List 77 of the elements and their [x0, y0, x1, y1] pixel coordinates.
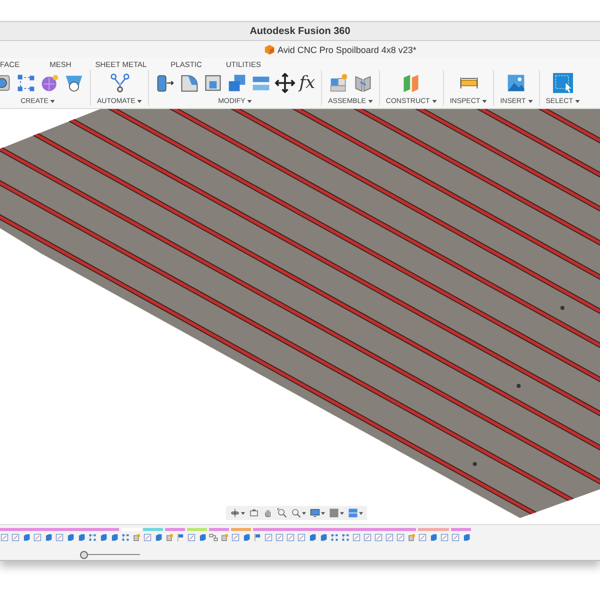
caret-icon — [359, 512, 363, 514]
component-icon[interactable] — [328, 73, 349, 93]
extrude-icon[interactable] — [198, 533, 207, 542]
cube-icon — [264, 44, 275, 55]
caret-icon — [482, 100, 488, 102]
sketch-icon[interactable] — [418, 533, 427, 542]
sketch-icon[interactable] — [374, 533, 383, 542]
sketch-icon[interactable] — [55, 533, 64, 542]
formula-button[interactable]: fx — [299, 73, 316, 93]
extrude-icon[interactable] — [429, 533, 438, 542]
sketch-icon[interactable] — [440, 533, 449, 542]
view-control[interactable] — [329, 508, 344, 518]
flag-icon[interactable] — [253, 533, 262, 542]
caret-icon — [50, 100, 56, 102]
sketch-icon[interactable] — [231, 533, 240, 542]
sketch-icon[interactable] — [143, 533, 152, 542]
view-control[interactable] — [348, 508, 363, 518]
sketch-icon[interactable] — [11, 533, 20, 542]
extrude-icon[interactable] — [462, 533, 471, 542]
pattern-icon[interactable] — [121, 533, 130, 542]
shell-icon[interactable] — [64, 73, 84, 93]
document-tab[interactable]: Avid CNC Pro Spoilboard 4x8 v23* — [260, 44, 420, 55]
branch-icon[interactable] — [110, 73, 130, 93]
view-control[interactable] — [291, 508, 306, 518]
form-icon[interactable] — [40, 73, 60, 93]
caret-icon — [302, 512, 306, 514]
sketch-points-icon[interactable] — [16, 73, 36, 93]
sketch-icon[interactable] — [396, 533, 405, 542]
sketch-icon[interactable] — [286, 533, 295, 542]
sketch-icon[interactable] — [0, 533, 9, 542]
sketch-icon[interactable] — [275, 533, 284, 542]
caret-icon — [340, 512, 344, 514]
view-control[interactable] — [263, 508, 273, 518]
caret-icon — [368, 100, 373, 102]
planes-icon[interactable] — [401, 73, 422, 93]
sketch-icon[interactable] — [33, 533, 42, 542]
pattern-icon[interactable] — [341, 533, 350, 542]
component-icon[interactable] — [407, 533, 416, 542]
view-control[interactable] — [230, 508, 245, 518]
select-icon[interactable] — [552, 73, 573, 93]
sketch-icon[interactable] — [187, 533, 196, 542]
press-pull-icon[interactable] — [155, 73, 176, 93]
flag-icon[interactable] — [176, 533, 185, 542]
move-icon[interactable] — [275, 73, 296, 93]
extrude-icon[interactable] — [242, 533, 251, 542]
sketch-icon[interactable] — [363, 533, 372, 542]
caret-icon — [432, 100, 437, 102]
caret-icon — [247, 100, 252, 102]
extrude-icon[interactable] — [154, 533, 163, 542]
link-icon[interactable] — [209, 533, 218, 542]
sketch-icon[interactable] — [451, 533, 460, 542]
extrude-icon[interactable] — [22, 533, 31, 542]
sketch-icon[interactable] — [297, 533, 306, 542]
sketch-icon[interactable] — [264, 533, 273, 542]
pattern-icon[interactable] — [88, 533, 97, 542]
caret-icon — [574, 100, 580, 102]
slider-thumb[interactable] — [80, 551, 88, 559]
pattern-icon[interactable] — [330, 533, 339, 542]
caret-icon — [241, 512, 245, 514]
view-control[interactable] — [310, 508, 325, 518]
sketch-icon[interactable] — [352, 533, 361, 542]
caret-icon — [321, 512, 325, 514]
image-icon[interactable] — [506, 73, 526, 93]
window-title: Autodesk Fusion 360 — [250, 26, 350, 36]
view-control[interactable] — [249, 508, 259, 518]
view-control[interactable] — [277, 508, 287, 518]
shell-box-icon[interactable] — [203, 73, 224, 93]
component-icon[interactable] — [220, 533, 229, 542]
caret-icon — [528, 100, 533, 102]
extrude-icon[interactable] — [44, 533, 53, 542]
joint-icon[interactable] — [352, 73, 373, 93]
caret-icon — [137, 100, 142, 102]
component-icon[interactable] — [165, 533, 174, 542]
combine-icon[interactable] — [227, 73, 248, 93]
component-icon[interactable] — [132, 533, 141, 542]
sketch-icon[interactable] — [385, 533, 394, 542]
fillet-icon[interactable] — [179, 73, 200, 93]
